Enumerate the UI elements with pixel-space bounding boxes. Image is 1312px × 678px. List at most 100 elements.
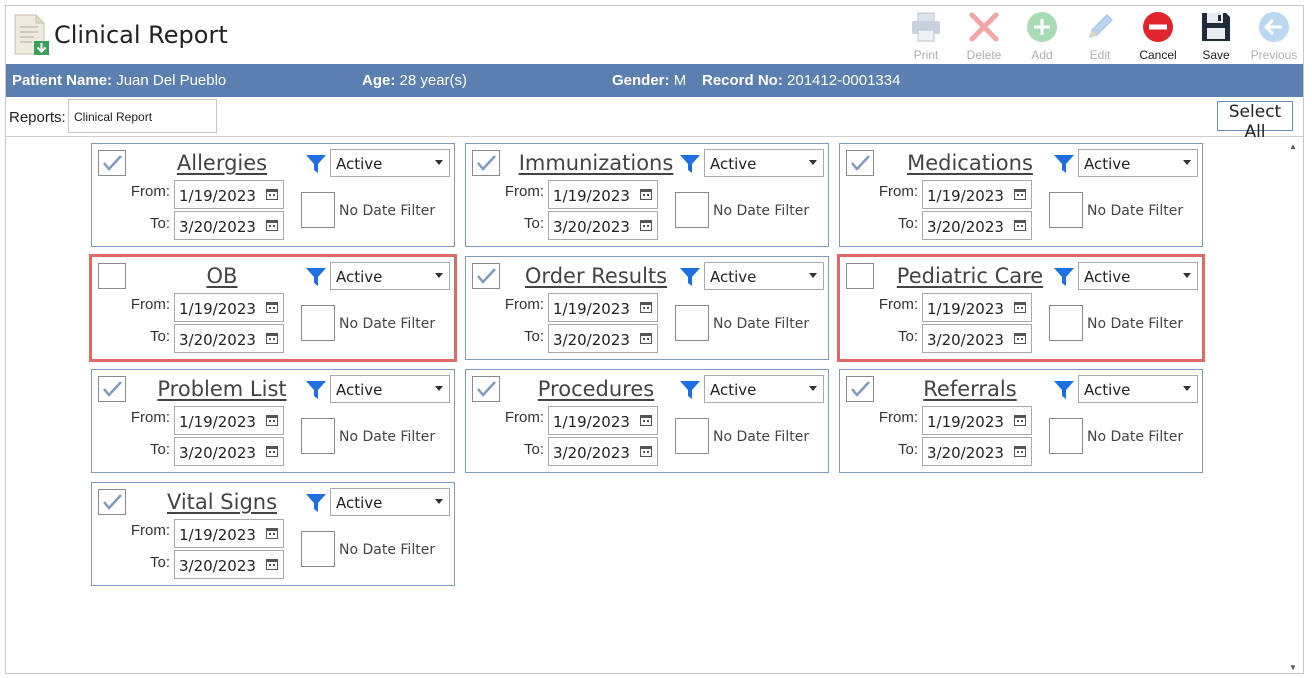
cancel-button[interactable]: Cancel <box>1129 8 1187 64</box>
status-dropdown[interactable]: Active <box>704 375 824 403</box>
from-date-input[interactable]: 1/19/2023 <box>174 180 284 209</box>
report-title-link[interactable]: Order Results <box>506 264 686 288</box>
calendar-icon[interactable] <box>266 188 278 200</box>
no-date-filter-checkbox[interactable] <box>675 305 709 341</box>
filter-funnel-icon[interactable] <box>1053 379 1075 401</box>
delete-button[interactable]: Delete <box>955 8 1013 64</box>
calendar-icon[interactable] <box>1014 301 1026 313</box>
print-button[interactable]: Print <box>897 8 955 64</box>
report-title-link[interactable]: Allergies <box>132 151 312 175</box>
to-date-input[interactable]: 3/20/2023 <box>548 437 658 466</box>
report-title-link[interactable]: Problem List <box>132 377 312 401</box>
report-title-link[interactable]: Procedures <box>506 377 686 401</box>
reports-field[interactable]: Clinical Report <box>68 99 217 133</box>
report-title-link[interactable]: Medications <box>880 151 1060 175</box>
include-checkbox[interactable] <box>98 263 126 289</box>
calendar-icon[interactable] <box>266 219 278 231</box>
no-date-filter-checkbox[interactable] <box>301 531 335 567</box>
calendar-icon[interactable] <box>1014 414 1026 426</box>
no-date-filter-checkbox[interactable] <box>1049 192 1083 228</box>
include-checkbox[interactable] <box>846 263 874 289</box>
report-title-link[interactable]: Vital Signs <box>132 490 312 514</box>
calendar-icon[interactable] <box>1014 332 1026 344</box>
from-date-input[interactable]: 1/19/2023 <box>548 180 658 209</box>
filter-funnel-icon[interactable] <box>305 492 327 514</box>
report-title-link[interactable]: OB <box>132 264 312 288</box>
calendar-icon[interactable] <box>266 558 278 570</box>
from-date-input[interactable]: 1/19/2023 <box>174 519 284 548</box>
from-date-input[interactable]: 1/19/2023 <box>922 406 1032 435</box>
status-dropdown[interactable]: Active <box>330 149 450 177</box>
edit-button[interactable]: Edit <box>1071 8 1129 64</box>
filter-funnel-icon[interactable] <box>679 266 701 288</box>
status-dropdown[interactable]: Active <box>1078 262 1198 290</box>
to-date-input[interactable]: 3/20/2023 <box>174 211 284 240</box>
to-date-input[interactable]: 3/20/2023 <box>548 324 658 353</box>
calendar-icon[interactable] <box>266 301 278 313</box>
status-dropdown[interactable]: Active <box>330 488 450 516</box>
to-date-input[interactable]: 3/20/2023 <box>922 437 1032 466</box>
calendar-icon[interactable] <box>266 332 278 344</box>
filter-funnel-icon[interactable] <box>1053 153 1075 175</box>
calendar-icon[interactable] <box>266 527 278 539</box>
add-button[interactable]: Add <box>1013 8 1071 64</box>
status-dropdown[interactable]: Active <box>330 262 450 290</box>
filter-funnel-icon[interactable] <box>679 153 701 175</box>
from-date-input[interactable]: 1/19/2023 <box>548 406 658 435</box>
vertical-scrollbar[interactable]: ▲ ▼ <box>1286 137 1302 674</box>
filter-funnel-icon[interactable] <box>305 266 327 288</box>
from-date-input[interactable]: 1/19/2023 <box>174 293 284 322</box>
include-checkbox[interactable] <box>472 376 500 402</box>
calendar-icon[interactable] <box>1014 219 1026 231</box>
no-date-filter-checkbox[interactable] <box>1049 305 1083 341</box>
to-date-input[interactable]: 3/20/2023 <box>922 211 1032 240</box>
scroll-up-icon[interactable]: ▲ <box>1289 142 1297 151</box>
filter-funnel-icon[interactable] <box>305 153 327 175</box>
no-date-filter-checkbox[interactable] <box>301 305 335 341</box>
filter-funnel-icon[interactable] <box>679 379 701 401</box>
from-date-input[interactable]: 1/19/2023 <box>922 180 1032 209</box>
calendar-icon[interactable] <box>640 332 652 344</box>
report-title-link[interactable]: Pediatric Care <box>880 264 1060 288</box>
save-button[interactable]: Save <box>1187 8 1245 64</box>
include-checkbox[interactable] <box>846 376 874 402</box>
scroll-down-icon[interactable]: ▼ <box>1289 663 1297 672</box>
filter-funnel-icon[interactable] <box>1053 266 1075 288</box>
previous-button[interactable]: Previous <box>1245 8 1303 64</box>
status-dropdown[interactable]: Active <box>1078 375 1198 403</box>
to-date-input[interactable]: 3/20/2023 <box>174 437 284 466</box>
include-checkbox[interactable] <box>98 150 126 176</box>
calendar-icon[interactable] <box>266 414 278 426</box>
calendar-icon[interactable] <box>1014 188 1026 200</box>
report-title-link[interactable]: Immunizations <box>506 151 686 175</box>
calendar-icon[interactable] <box>640 219 652 231</box>
from-date-input[interactable]: 1/19/2023 <box>922 293 1032 322</box>
filter-funnel-icon[interactable] <box>305 379 327 401</box>
include-checkbox[interactable] <box>98 376 126 402</box>
calendar-icon[interactable] <box>640 188 652 200</box>
calendar-icon[interactable] <box>1014 445 1026 457</box>
include-checkbox[interactable] <box>472 263 500 289</box>
include-checkbox[interactable] <box>846 150 874 176</box>
to-date-input[interactable]: 3/20/2023 <box>174 324 284 353</box>
include-checkbox[interactable] <box>98 489 126 515</box>
status-dropdown[interactable]: Active <box>330 375 450 403</box>
to-date-input[interactable]: 3/20/2023 <box>174 550 284 579</box>
calendar-icon[interactable] <box>266 445 278 457</box>
no-date-filter-checkbox[interactable] <box>675 192 709 228</box>
calendar-icon[interactable] <box>640 301 652 313</box>
no-date-filter-checkbox[interactable] <box>675 418 709 454</box>
status-dropdown[interactable]: Active <box>1078 149 1198 177</box>
to-date-input[interactable]: 3/20/2023 <box>548 211 658 240</box>
no-date-filter-checkbox[interactable] <box>301 418 335 454</box>
no-date-filter-checkbox[interactable] <box>1049 418 1083 454</box>
to-date-input[interactable]: 3/20/2023 <box>922 324 1032 353</box>
calendar-icon[interactable] <box>640 414 652 426</box>
select-all-button[interactable]: Select All <box>1217 101 1293 142</box>
calendar-icon[interactable] <box>640 445 652 457</box>
from-date-input[interactable]: 1/19/2023 <box>174 406 284 435</box>
include-checkbox[interactable] <box>472 150 500 176</box>
no-date-filter-checkbox[interactable] <box>301 192 335 228</box>
status-dropdown[interactable]: Active <box>704 262 824 290</box>
status-dropdown[interactable]: Active <box>704 149 824 177</box>
